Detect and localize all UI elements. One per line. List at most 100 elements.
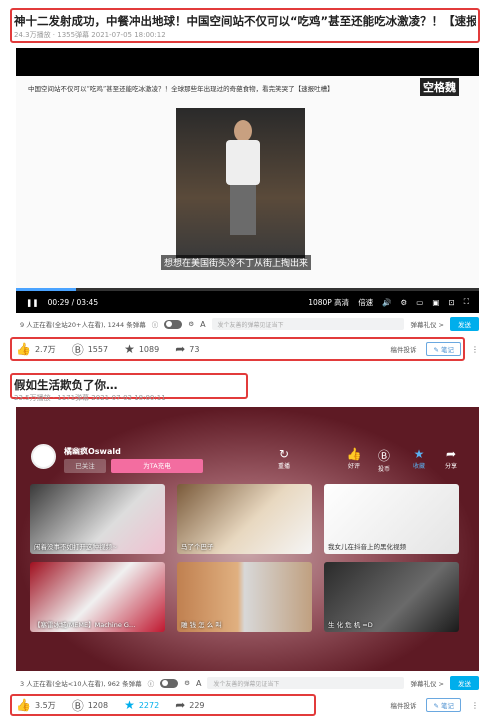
share-label: 分享	[444, 463, 457, 470]
coin-count: 1557	[87, 344, 109, 354]
replay-label: 重播	[277, 463, 290, 470]
coin-button-2[interactable]: Ⓑ 投币	[369, 447, 399, 473]
share-icon: ➦	[175, 342, 186, 356]
share-button[interactable]: ➦ 73	[175, 342, 199, 356]
favorite-button-2[interactable]: ★ 2272	[124, 698, 159, 712]
thumb-caption: 【塞雷冰城/MEME】Machine G…	[34, 621, 136, 629]
note-label: 笔记	[441, 346, 454, 354]
replay-icon: ↻	[278, 447, 290, 461]
avatar[interactable]	[31, 444, 56, 469]
quality-button[interactable]: 1080P 高清	[308, 297, 349, 308]
like-button-2[interactable]: 👍 3.5万	[16, 698, 56, 712]
coin-button-3[interactable]: Ⓑ 1208	[72, 697, 108, 714]
good-label: 好评	[347, 463, 360, 470]
pip-icon[interactable]: ▭	[416, 298, 423, 307]
coin-count-2: 1208	[87, 700, 109, 710]
video-meta: 24.3万播放 · 1355弹幕 2021-07-05 18:00:12	[14, 31, 166, 39]
danmaku-etiquette-link[interactable]: 弹幕礼仪 >	[410, 319, 444, 329]
player-controls: ❚❚ 00:29 / 03:45 1080P 高清 倍速 🔊 ⚙ ▭ ▣ ⊡ ⛶	[16, 291, 479, 313]
star-icon: ★	[124, 698, 135, 712]
danmaku-input[interactable]: 发个友善的弹幕见证当下	[211, 318, 405, 330]
speed-button[interactable]: 倍速	[358, 297, 373, 308]
share-count: 73	[189, 344, 200, 354]
thumb-caption: 闲着没事不如打开这种视频~	[34, 543, 118, 551]
more-icon[interactable]: ⋮	[471, 701, 479, 710]
danmaku-style-icon[interactable]: A	[200, 320, 205, 329]
time-display: 00:29 / 03:45	[47, 297, 99, 307]
video-player-2[interactable]: 橘幽疯Oswald 已关注 为TA充电 ↻ 重播 👍 好评 Ⓑ 投币 ★ 收藏 ➦ 分享 …	[16, 407, 479, 671]
send-button-2[interactable]: 发送	[450, 676, 479, 690]
charge-button[interactable]: 为TA充电	[111, 459, 203, 473]
fav-button-2[interactable]: ★ 收藏	[404, 447, 434, 470]
thumb-caption: 马了个巴子	[181, 543, 214, 551]
star-icon: ★	[413, 447, 425, 461]
replay-button[interactable]: ↻ 重播	[269, 447, 299, 470]
star-icon: ★	[124, 342, 135, 356]
coin-button[interactable]: Ⓑ 1557	[72, 341, 108, 358]
thumb-caption: 我女儿在抖音上的黑化视频	[328, 543, 406, 551]
share-icon: ➦	[175, 698, 186, 712]
settings-icon[interactable]: ⚙	[401, 298, 408, 307]
danmaku-style-icon[interactable]: A	[196, 679, 201, 688]
webfullscreen-icon[interactable]: ⊡	[448, 298, 454, 307]
recommend-thumb[interactable]: 我女儿在抖音上的黑化视频	[324, 484, 459, 554]
note-button-2[interactable]: ✎ 笔记	[426, 698, 461, 712]
danmaku-settings-icon[interactable]: ⚙	[184, 679, 190, 687]
favorite-count: 1089	[138, 344, 160, 354]
video-title[interactable]: 神十二发射成功，中餐冲出地球！中国空间站不仅可以“吃鸡”甚至还能吃冰激凌？！【速…	[14, 13, 476, 29]
volume-icon[interactable]: 🔊	[382, 298, 391, 307]
action-bar: 👍 2.7万 Ⓑ 1557 ★ 1089 ➦ 73 稿件投诉 ✎ 笔记 ⋮	[16, 339, 479, 359]
thumb-up-icon: 👍	[16, 698, 31, 712]
danmaku-toggle[interactable]	[164, 319, 183, 329]
person-legs	[230, 185, 256, 235]
person-head	[234, 120, 252, 142]
report-link[interactable]: 稿件投诉	[390, 344, 416, 354]
send-button[interactable]: 发送	[450, 317, 479, 331]
more-icon[interactable]: ⋮	[471, 345, 479, 354]
danmaku-input-2[interactable]: 发个友善的弹幕见证当下	[207, 677, 405, 689]
recommend-thumb[interactable]: 马了个巴子	[177, 484, 312, 554]
video-title-2[interactable]: 假如生活欺负了你…	[14, 377, 118, 393]
widescreen-icon[interactable]: ▣	[432, 298, 439, 307]
video-subtitle: 想想在美国街头冷不丁从街上掏出来	[161, 255, 312, 270]
thumb-up-icon: 👍	[16, 342, 31, 356]
follow-button[interactable]: 已关注	[64, 459, 106, 473]
info-icon[interactable]: ⓘ	[152, 319, 159, 329]
uploader-name[interactable]: 橘幽疯Oswald	[64, 446, 121, 457]
like-count: 2.7万	[34, 344, 56, 354]
video-photo	[176, 108, 305, 258]
recommend-thumb[interactable]: 【塞雷冰城/MEME】Machine G…	[30, 562, 165, 632]
recommend-thumb[interactable]: 雕 钱 怎 么 叫	[177, 562, 312, 632]
like-count-2: 3.5万	[34, 700, 56, 710]
thumb-caption: 雕 钱 怎 么 叫	[181, 621, 222, 629]
danmaku-etiquette-link-2[interactable]: 弹幕礼仪 >	[410, 678, 444, 688]
note-button[interactable]: ✎ 笔记	[426, 342, 461, 356]
like-button[interactable]: 👍 2.7万	[16, 342, 56, 356]
video-player[interactable]: 中国空间站不仅可以“吃鸡”甚至还能吃冰激凌？！全球那些年出现过的奇葩食物，看完笑…	[16, 48, 479, 313]
danmaku-bar: 9 人正在看(全站20+人在看), 1244 条弹幕 ⓘ ⚙ A 发个友善的弹幕…	[16, 316, 479, 332]
fullscreen-icon[interactable]: ⛶	[464, 297, 469, 307]
brand-logo: 空格魏	[420, 78, 459, 96]
pause-icon[interactable]: ❚❚	[26, 298, 39, 307]
recommend-thumb[interactable]: 生 化 危 机 =D	[324, 562, 459, 632]
favorite-count-2: 2272	[138, 700, 160, 710]
favorite-button[interactable]: ★ 1089	[124, 342, 159, 356]
watching-count: 9 人正在看(全站20+人在看), 1244 条弹幕	[20, 321, 146, 329]
danmaku-toggle[interactable]	[160, 678, 179, 688]
note-label-2: 笔记	[441, 702, 454, 710]
person-body	[226, 140, 260, 185]
report-link-2[interactable]: 稿件投诉	[390, 700, 416, 710]
danmaku-bar-2: 3 人正在看(全站<10人在看), 962 条弹幕 ⓘ ⚙ A 发个友善的弹幕见…	[16, 675, 479, 691]
recommend-thumb[interactable]: 闲着没事不如打开这种视频~	[30, 484, 165, 554]
share-button-3[interactable]: ➦ 229	[175, 698, 204, 712]
video-inner-caption: 中国空间站不仅可以“吃鸡”甚至还能吃冰激凌？！全球那些年出现过的奇葩食物，看完笑…	[28, 85, 334, 93]
thumb-up-icon: 👍	[346, 447, 362, 461]
good-button[interactable]: 👍 好评	[339, 447, 369, 470]
danmaku-settings-icon[interactable]: ⚙	[188, 320, 194, 328]
video-meta-2: 23.5万播放 · 1171弹幕 2021-07-03 18:00:11	[14, 394, 166, 402]
info-icon[interactable]: ⓘ	[148, 678, 155, 688]
coin-icon: Ⓑ	[377, 449, 390, 463]
thumb-caption: 生 化 危 机 =D	[328, 621, 373, 629]
share-button-2[interactable]: ➦ 分享	[436, 447, 466, 470]
action-bar-2: 👍 3.5万 Ⓑ 1208 ★ 2272 ➦ 229 稿件投诉 ✎ 笔记 ⋮	[16, 695, 479, 715]
